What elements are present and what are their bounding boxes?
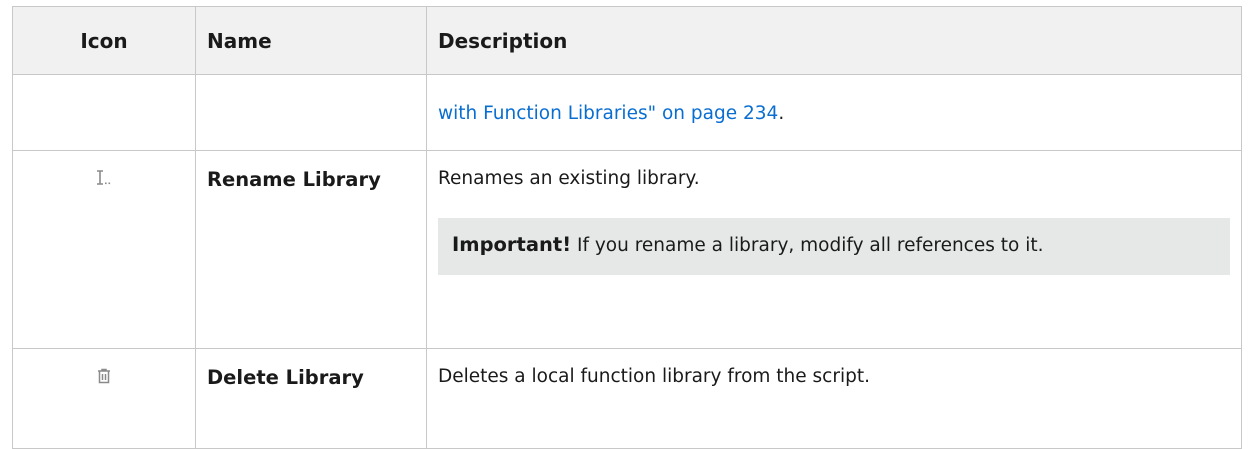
function-library-table: Icon Name Description with Function Libr… (12, 6, 1242, 449)
delete-icon-cell (12, 348, 196, 449)
table-row: Delete Library Deletes a local function … (12, 348, 1242, 449)
link-trailing-period: . (778, 103, 785, 124)
rename-library-description: Renames an existing library. Important! … (426, 150, 1242, 349)
continued-description-cell: with Function Libraries" on page 234. (426, 74, 1242, 151)
delete-library-name: Delete Library (195, 348, 427, 449)
note-label: Important! (452, 233, 572, 256)
rename-description-text: Renames an existing library. (438, 168, 700, 189)
continued-name-cell (195, 74, 427, 151)
header-name: Name (195, 6, 427, 75)
table-row-continued: with Function Libraries" on page 234. (12, 74, 1242, 151)
rename-icon (94, 168, 114, 193)
delete-library-description: Deletes a local function library from th… (426, 348, 1242, 449)
trash-icon (94, 366, 114, 391)
continued-icon-cell (12, 74, 196, 151)
header-description: Description (426, 6, 1242, 75)
table-row: Rename Library Renames an existing libra… (12, 150, 1242, 349)
cross-reference-link[interactable]: with Function Libraries" on page 234 (438, 103, 778, 124)
note-text: If you rename a library, modify all refe… (571, 235, 1044, 256)
table-header-row: Icon Name Description (12, 6, 1242, 75)
rename-library-name: Rename Library (195, 150, 427, 349)
important-note: Important! If you rename a library, modi… (438, 218, 1230, 275)
header-icon: Icon (12, 6, 196, 75)
rename-icon-cell (12, 150, 196, 349)
